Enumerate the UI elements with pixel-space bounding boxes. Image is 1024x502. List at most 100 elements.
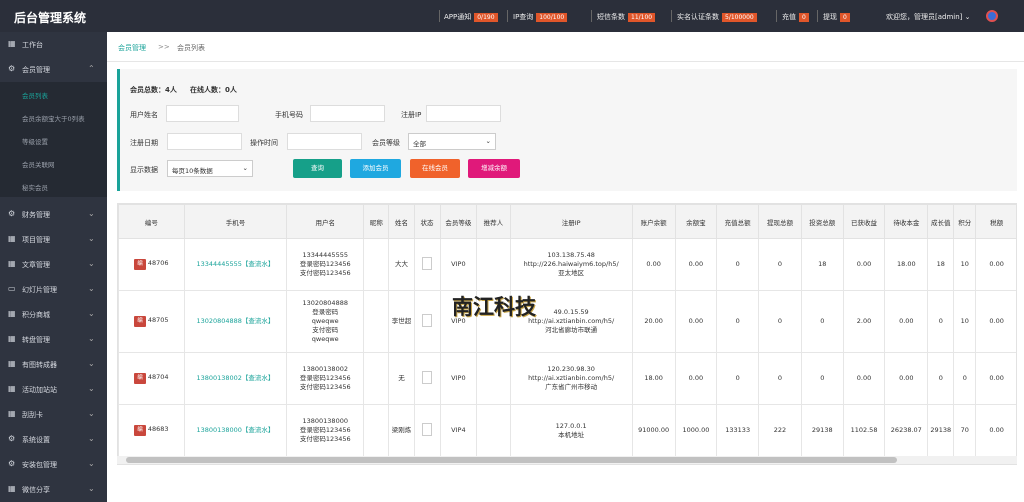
phone-link[interactable]: 13800138002【查流水】 bbox=[196, 374, 274, 382]
sidebar-item-wechat-share[interactable]: ▦ 微信分享 ⌄ bbox=[0, 477, 107, 502]
sidebar-item-wheel[interactable]: ▦ 转盘管理 ⌄ bbox=[0, 327, 107, 352]
stat-recharge[interactable]: 充值 0 bbox=[782, 12, 809, 22]
chevron-down-icon: ⌄ bbox=[964, 13, 971, 21]
online-members-button[interactable]: 在线会员 bbox=[410, 159, 460, 178]
page-size-select[interactable]: 每页10条数据 ⌄ bbox=[167, 160, 253, 177]
phone-link[interactable]: 13800138000【查流水】 bbox=[196, 426, 274, 434]
sidebar-item-packages[interactable]: ⚙ 安装包管理 ⌄ bbox=[0, 452, 107, 477]
scrollbar-thumb[interactable] bbox=[126, 457, 897, 463]
username-cell: 13800138000 登录密码123456 支付密码123456 bbox=[286, 404, 365, 457]
name-cell: 李世超 bbox=[388, 290, 415, 353]
points-cell: 10 bbox=[953, 238, 977, 291]
grid-icon: ▦ bbox=[8, 259, 16, 268]
col-header: 成长值 bbox=[927, 204, 955, 239]
username-input[interactable] bbox=[166, 105, 239, 122]
sidebar-subitem-level-settings[interactable]: 等级设置 bbox=[0, 128, 107, 151]
referrer-cell bbox=[476, 238, 511, 291]
sidebar-item-finance[interactable]: ⚙ 财务管理 ⌄ bbox=[0, 202, 107, 227]
top-bar: 后台管理系统 APP通知 0/190 IP查询 100/100 短信条数 11/100… bbox=[0, 0, 1024, 32]
status-toggle[interactable] bbox=[422, 370, 433, 384]
sidebar-item-image-tool[interactable]: ▦ 有图转成器 ⌄ bbox=[0, 352, 107, 377]
username-cell: 13344445555 登录密码123456 支付密码123456 bbox=[286, 238, 365, 291]
status-cell bbox=[413, 238, 441, 291]
recharge-cell: 0 bbox=[716, 352, 760, 405]
sidebar-subitem-verified[interactable]: 秘实会员 bbox=[0, 174, 107, 197]
grid-icon: ▦ bbox=[8, 359, 16, 368]
stat-app-notify[interactable]: APP通知 0/190 bbox=[444, 12, 498, 22]
yuebao-cell: 0.00 bbox=[674, 290, 718, 353]
chevron-down-icon: ⌄ bbox=[88, 409, 95, 418]
sidebar-item-projects[interactable]: ▦ 项目管理 ⌄ bbox=[0, 227, 107, 252]
sidebar-subitem-relation[interactable]: 会员关联网 bbox=[0, 151, 107, 174]
stat-sms[interactable]: 短信条数 11/100 bbox=[597, 12, 656, 22]
nickname-cell bbox=[363, 238, 390, 291]
phone-link[interactable]: 13344445555【查流水】 bbox=[196, 260, 274, 268]
sidebar-item-members[interactable]: ⚙ 会员管理 ⌃ bbox=[0, 57, 107, 82]
username-line: 支付密码123456 bbox=[299, 435, 351, 443]
chevron-down-icon: ⌄ bbox=[88, 459, 95, 468]
user-menu[interactable]: 欢迎您，管理员[admin] ⌄ bbox=[886, 12, 971, 22]
query-button[interactable]: 查询 bbox=[293, 159, 342, 178]
sidebar-item-articles[interactable]: ▦ 文章管理 ⌄ bbox=[0, 252, 107, 277]
edit-button[interactable]: 编 bbox=[134, 425, 146, 436]
gear-icon: ⚙ bbox=[8, 459, 16, 468]
breadcrumb-root[interactable]: 会员管理 bbox=[118, 43, 146, 53]
member-total: 会员总数：4人 bbox=[130, 86, 177, 94]
ip-input[interactable] bbox=[426, 105, 501, 122]
username-cell: 13020804888 登录密码 qweqwe 支付密码 qweqwe bbox=[286, 290, 365, 353]
ip-line: 120.230.98.30 bbox=[547, 365, 595, 373]
sidebar-item-slides[interactable]: ▭ 幻灯片管理 ⌄ bbox=[0, 277, 107, 302]
phone-input[interactable] bbox=[310, 105, 385, 122]
adjust-balance-button[interactable]: 增减余额 bbox=[468, 159, 520, 178]
status-toggle[interactable] bbox=[422, 313, 433, 327]
status-toggle[interactable] bbox=[422, 256, 433, 270]
yuebao-cell: 0.00 bbox=[674, 352, 718, 405]
edit-button[interactable]: 编 bbox=[134, 259, 146, 270]
sidebar-subitem-member-list[interactable]: 会员列表 bbox=[0, 82, 107, 105]
regdate-input[interactable] bbox=[167, 133, 242, 150]
optime-input[interactable] bbox=[287, 133, 362, 150]
chevron-down-icon: ⌄ bbox=[88, 484, 95, 493]
sidebar-item-system-settings[interactable]: ⚙ 系统设置 ⌄ bbox=[0, 427, 107, 452]
status-toggle[interactable] bbox=[422, 422, 433, 436]
sidebar-item-dashboard[interactable]: ▦ 工作台 bbox=[0, 32, 107, 57]
phone-cell: 13020804888【查流水】 bbox=[183, 290, 288, 353]
col-header: 投资总额 bbox=[800, 204, 844, 239]
sidebar-subitem-yuebao-list[interactable]: 会员余额宝大于0列表 bbox=[0, 105, 107, 128]
edit-button[interactable]: 编 bbox=[134, 373, 146, 384]
col-header: 状态 bbox=[413, 204, 441, 239]
balance-cell: 91000.00 bbox=[631, 404, 676, 457]
avatar[interactable] bbox=[986, 10, 998, 22]
username-line: 支付密码123456 bbox=[299, 383, 351, 391]
col-header: 积分 bbox=[953, 204, 977, 239]
edit-button[interactable]: 编 bbox=[134, 316, 146, 327]
add-member-button[interactable]: 添加会员 bbox=[350, 159, 401, 178]
grid-icon: ▦ bbox=[8, 384, 16, 393]
username-line: 支付密码123456 bbox=[299, 269, 351, 277]
username-line: 13800138002 bbox=[302, 365, 348, 373]
income-cell: 0.00 bbox=[842, 352, 886, 405]
divider bbox=[591, 10, 592, 22]
stat-realname[interactable]: 实名认证条数 5/100000 bbox=[677, 12, 757, 22]
horizontal-scrollbar[interactable] bbox=[117, 456, 1017, 464]
recharge-cell: 133133 bbox=[716, 404, 760, 457]
stat-ip-query[interactable]: IP查询 100/100 bbox=[513, 12, 568, 22]
level-select[interactable]: 全部 ⌄ bbox=[408, 133, 496, 150]
username-line: 登录密码123456 bbox=[299, 426, 351, 434]
income-cell: 1102.58 bbox=[842, 404, 886, 457]
ip-label: 注册IP bbox=[401, 111, 422, 119]
id-cell: 编 48704 bbox=[118, 352, 185, 405]
col-header: 充值总额 bbox=[716, 204, 760, 239]
sidebar-item-points-mall[interactable]: ▦ 积分商城 ⌄ bbox=[0, 302, 107, 327]
level-cell: VIP0 bbox=[439, 352, 478, 405]
sidebar-item-scratch-card[interactable]: ▦ 刮刮卡 ⌄ bbox=[0, 402, 107, 427]
phone-link[interactable]: 13020804888【查流水】 bbox=[196, 317, 274, 325]
col-header: 推荐人 bbox=[476, 204, 511, 239]
grid-icon: ▦ bbox=[8, 334, 16, 343]
app-title: 后台管理系统 bbox=[14, 11, 87, 25]
col-header: 提现总额 bbox=[758, 204, 802, 239]
stat-withdraw[interactable]: 提现 0 bbox=[823, 12, 850, 22]
sidebar-item-activity[interactable]: ▦ 活动加站站 ⌄ bbox=[0, 377, 107, 402]
chevron-up-icon: ⌃ bbox=[88, 64, 95, 73]
table-row: 编 48705 13020804888【查流水】 13020804888 登录密码 qw… bbox=[118, 290, 1016, 353]
